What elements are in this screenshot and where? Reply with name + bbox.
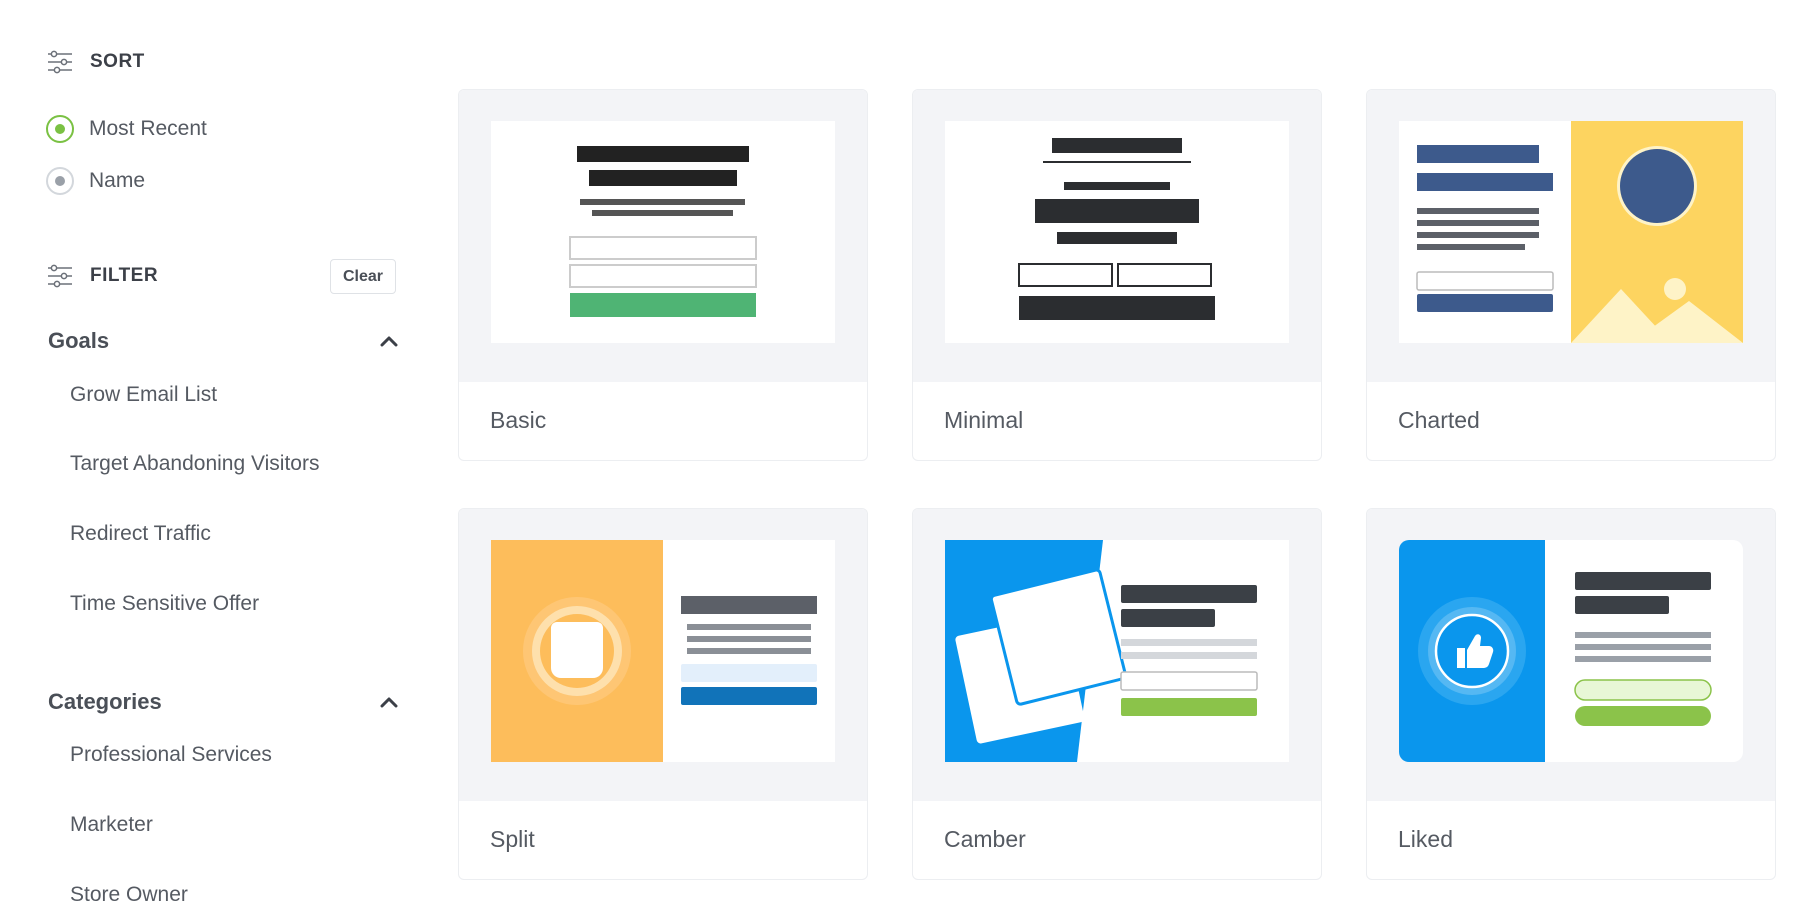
template-name: Camber <box>944 826 1026 852</box>
goals-title: Goals <box>48 328 110 353</box>
category-professional-services[interactable]: Professional Services <box>70 743 272 767</box>
sliders-icon <box>48 264 72 288</box>
template-preview <box>1367 509 1775 801</box>
template-name: Liked <box>1398 826 1453 852</box>
template-preview <box>459 509 867 801</box>
clear-filter-button[interactable]: Clear <box>330 259 396 294</box>
radio-unselected-icon[interactable] <box>46 167 74 195</box>
template-preview <box>913 509 1321 801</box>
sort-option-label: Most Recent <box>89 117 207 140</box>
template-name: Split <box>490 826 535 852</box>
template-thumbnail <box>945 540 1289 762</box>
sort-title: SORT <box>90 51 145 72</box>
template-card-liked[interactable]: Liked <box>1366 508 1776 880</box>
radio-selected-icon[interactable] <box>46 115 74 143</box>
sliders-icon <box>48 50 72 74</box>
sidebar: SORT Most Recent Name FILTER Clear Goals… <box>0 0 420 916</box>
template-thumbnail <box>491 540 835 762</box>
category-store-owner[interactable]: Store Owner <box>70 883 188 907</box>
template-card-charted[interactable]: Charted <box>1366 89 1776 461</box>
template-thumbnail <box>1399 540 1743 762</box>
goal-redirect-traffic[interactable]: Redirect Traffic <box>70 522 211 546</box>
template-preview <box>459 90 867 382</box>
chevron-up-icon <box>380 336 398 347</box>
filter-title: FILTER <box>90 265 159 286</box>
goals-group-toggle[interactable]: Goals <box>48 328 398 354</box>
template-card-basic[interactable]: Basic <box>458 89 868 461</box>
categories-group-toggle[interactable]: Categories <box>48 689 398 715</box>
template-name: Minimal <box>944 407 1024 433</box>
sort-most-recent-option[interactable]: Most Recent <box>46 115 207 143</box>
template-card-split[interactable]: Split <box>458 508 868 880</box>
category-marketer[interactable]: Marketer <box>70 813 153 837</box>
sort-header: SORT <box>46 50 145 74</box>
template-thumbnail <box>1399 121 1743 343</box>
template-thumbnail <box>945 121 1289 343</box>
filter-header: FILTER <box>46 264 158 288</box>
template-preview <box>1367 90 1775 382</box>
goal-grow-email-list[interactable]: Grow Email List <box>70 383 217 407</box>
sort-option-label: Name <box>89 169 146 192</box>
goal-target-abandoning-visitors[interactable]: Target Abandoning Visitors <box>70 452 319 476</box>
template-name: Basic <box>490 407 547 433</box>
sort-name-option[interactable]: Name <box>46 167 145 195</box>
categories-title: Categories <box>48 689 162 714</box>
template-thumbnail <box>491 121 835 343</box>
template-card-minimal[interactable]: Minimal <box>912 89 1322 461</box>
template-name: Charted <box>1398 407 1480 433</box>
chevron-up-icon <box>380 697 398 708</box>
goal-time-sensitive-offer[interactable]: Time Sensitive Offer <box>70 592 259 616</box>
template-preview <box>913 90 1321 382</box>
template-card-camber[interactable]: Camber <box>912 508 1322 880</box>
